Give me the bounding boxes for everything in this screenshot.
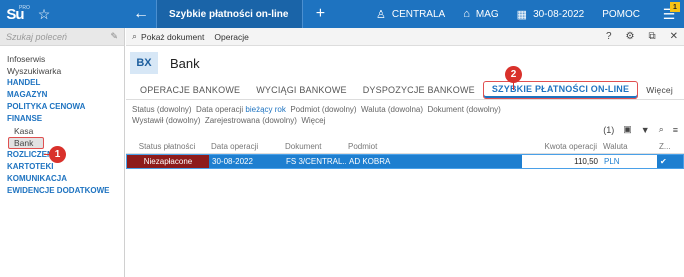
cell-z-check-icon: ✔	[660, 157, 667, 166]
sidebar-item-komunikacja[interactable]: KOMUNIKACJA	[0, 173, 124, 185]
close-icon[interactable]: ✕	[670, 31, 678, 42]
page-title: Bank	[170, 55, 200, 71]
sidebar-item-wyszukiwarka[interactable]: Wyszukiwarka	[0, 65, 124, 77]
cell-subject: AD KOBRA	[349, 157, 391, 166]
header-status[interactable]: Status płatności	[126, 142, 208, 153]
search-icon[interactable]: ⌕	[659, 124, 664, 135]
back-arrow-icon[interactable]: ←	[126, 5, 156, 23]
grid-header: Status płatności Data operacji Dokument …	[126, 142, 684, 154]
filter-document[interactable]: Dokument (dowolny)	[427, 105, 500, 114]
filter-registered[interactable]: Zarejestrowana (dowolny)	[205, 116, 297, 125]
company-name[interactable]: CENTRALA	[392, 9, 445, 20]
warehouse-name[interactable]: MAG	[476, 9, 499, 20]
list-options-icon[interactable]: ≡	[673, 125, 678, 135]
warehouse-icon: ⌂	[463, 8, 470, 20]
export-icon[interactable]: ▣	[623, 124, 632, 135]
result-count: (1)	[603, 124, 615, 135]
data-grid: Status płatności Data operacji Dokument …	[126, 142, 684, 169]
callout-1: 1	[49, 146, 66, 163]
callout-2: 2	[505, 66, 522, 83]
header-currency[interactable]: Waluta	[600, 142, 656, 153]
new-tab-plus-icon[interactable]: +	[303, 5, 337, 23]
filter-currency[interactable]: Waluta (dowolna)	[361, 105, 423, 114]
sidebar-item-kasa[interactable]: Kasa	[0, 125, 124, 137]
cell-currency: PLN	[601, 155, 657, 168]
company-icon: ♙	[375, 8, 386, 21]
logo-sub: PRO	[19, 5, 30, 11]
operations-menu[interactable]: Operacje	[214, 32, 249, 42]
module-header: BX Bank	[126, 46, 684, 80]
tab-strip: OPERACJE BANKOWE WYCIĄGI BANKOWE DYSPOZY…	[126, 80, 684, 100]
sidebar-item-handel[interactable]: HANDEL	[0, 77, 124, 89]
cell-status: Niezapłacone	[127, 155, 209, 168]
header-z[interactable]: Z...	[656, 142, 678, 153]
hamburger-menu-icon[interactable]: ☰ 1	[658, 0, 680, 28]
tab-wyciagi-bankowe[interactable]: WYCIĄGI BANKOWE	[248, 80, 355, 100]
filter-issued[interactable]: Wystawił (dowolny)	[132, 116, 200, 125]
table-row[interactable]: Niezapłacone 30-08-2022 FS 3/CENTRAL... …	[126, 154, 684, 169]
module-code: BX	[130, 52, 158, 74]
cell-document: FS 3/CENTRAL...	[286, 157, 346, 166]
callout-line-2	[513, 82, 514, 90]
notification-badge: 1	[670, 2, 680, 12]
cell-amount: 110,50	[522, 155, 601, 168]
sidebar-item-finanse[interactable]: FINANSE	[0, 113, 124, 125]
search-input[interactable]: Szukaj poleceń	[6, 32, 67, 42]
show-document-button[interactable]: Pokaż dokument	[141, 32, 204, 42]
filter-bar: Status (dowolny) Data operacji bieżący r…	[126, 100, 566, 126]
sidebar-item-infoserwis[interactable]: Infoserwis	[0, 53, 124, 65]
help-icon[interactable]: ?	[606, 31, 612, 42]
favorites-star-icon[interactable]: ☆	[30, 6, 58, 23]
filter-date-label[interactable]: Data operacji	[196, 105, 243, 114]
header-amount[interactable]: Kwota operacji	[521, 142, 600, 153]
filter-subject[interactable]: Podmiot (dowolny)	[290, 105, 356, 114]
top-bar: Su PRO ☆ ← Szybkie płatności on-line + ♙…	[0, 0, 684, 28]
sidebar-item-polityka-cenowa[interactable]: POLITYKA CENOWA	[0, 101, 124, 113]
help-link[interactable]: POMOC	[602, 9, 640, 20]
search-doc-icon: ⌕	[132, 31, 138, 41]
cell-date: 30-08-2022	[212, 157, 253, 166]
sidebar-menu: Infoserwis Wyszukiwarka HANDEL MAGAZYN POLIT…	[0, 46, 124, 197]
sidebar-item-magazyn[interactable]: MAGAZYN	[0, 89, 124, 101]
pin-icon[interactable]: ✎	[110, 31, 118, 42]
filter-icons: (1) ▣ ▼ ⌕ ≡	[603, 124, 678, 135]
main-panel: ⌕ Pokaż dokument Operacje ? ⚙ ⧉ ✕ BX Ban…	[126, 28, 684, 277]
tab-operacje-bankowe[interactable]: OPERACJE BANKOWE	[132, 80, 248, 100]
filter-status[interactable]: Status (dowolny)	[132, 105, 192, 114]
sidebar-search[interactable]: Szukaj poleceń ✎	[0, 28, 124, 46]
sidebar-item-ewidencje-dodatkowe[interactable]: EWIDENCJE DODATKOWE	[0, 185, 124, 197]
app-logo[interactable]: Su PRO	[0, 0, 30, 28]
header-document[interactable]: Dokument	[282, 142, 345, 153]
work-date[interactable]: 30-08-2022	[533, 9, 584, 20]
sidebar-item-bank[interactable]: Bank	[8, 137, 44, 149]
toolbar: ⌕ Pokaż dokument Operacje ? ⚙ ⧉ ✕	[126, 28, 684, 46]
header-subject[interactable]: Podmiot	[345, 142, 521, 153]
tab-dyspozycje-bankowe[interactable]: DYSPOZYCJE BANKOWE	[355, 80, 483, 100]
filter-icon[interactable]: ▼	[641, 125, 650, 135]
tab-szybkie-platnosci-online[interactable]: SZYBKIE PŁATNOŚCI ON-LINE	[482, 80, 639, 99]
restore-window-icon[interactable]: ⧉	[648, 31, 655, 42]
tab-more[interactable]: Więcej	[638, 80, 681, 100]
gear-icon[interactable]: ⚙	[626, 31, 635, 42]
calendar-icon: ▦	[516, 8, 528, 21]
header-date[interactable]: Data operacji	[208, 142, 282, 153]
filter-date-value[interactable]: bieżący rok	[245, 105, 285, 114]
sidebar-item-kartoteki[interactable]: KARTOTEKI	[0, 161, 124, 173]
filter-more[interactable]: Więcej	[301, 116, 325, 125]
tab-szybkie-platnosci[interactable]: Szybkie płatności on-line	[156, 0, 304, 28]
